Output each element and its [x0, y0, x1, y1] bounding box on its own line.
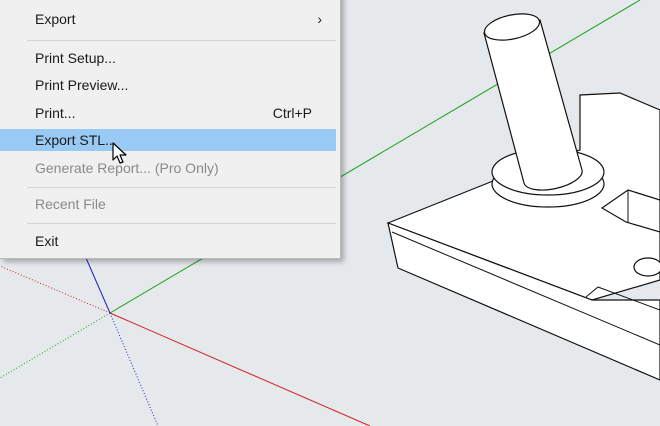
menu-item-print-setup[interactable]: Print Setup...: [0, 47, 336, 69]
model-hole: [633, 257, 660, 277]
menu-item-print-preview[interactable]: Print Preview...: [0, 74, 336, 96]
blue-axis-positive: [85, 257, 111, 314]
green-axis-negative: [0, 312, 111, 379]
menu-item-label: Export: [35, 11, 76, 27]
file-menu: Export › Print Setup... Print Preview...…: [0, 0, 341, 259]
menu-item-label: Print Setup...: [35, 50, 116, 66]
menu-item-shortcut: Ctrl+P: [272, 105, 312, 121]
submenu-arrow-icon: ›: [317, 11, 322, 27]
menu-item-generate-report: Generate Report... (Pro Only): [0, 157, 336, 179]
menu-item-label: Exit: [35, 233, 59, 249]
menu-item-label: Print Preview...: [35, 77, 129, 93]
menu-item-export-stl[interactable]: Export STL...: [0, 129, 336, 151]
menu-item-exit[interactable]: Exit: [0, 230, 336, 252]
menu-separator: [27, 223, 336, 224]
mouse-pointer-icon: [112, 142, 127, 164]
menu-item-print[interactable]: Print... Ctrl+P: [0, 102, 336, 124]
menu-item-label: Export STL...: [35, 132, 117, 148]
menu-separator: [27, 40, 336, 41]
menu-item-label: Recent File: [35, 196, 106, 212]
blue-axis-negative: [109, 312, 159, 426]
menu-item-recent-file: Recent File: [0, 193, 336, 215]
menu-item-label: Print...: [35, 105, 76, 121]
menu-separator: [27, 187, 336, 188]
red-axis-negative: [0, 265, 111, 314]
menu-item-export[interactable]: Export ›: [0, 8, 336, 30]
red-axis-positive: [109, 312, 371, 426]
